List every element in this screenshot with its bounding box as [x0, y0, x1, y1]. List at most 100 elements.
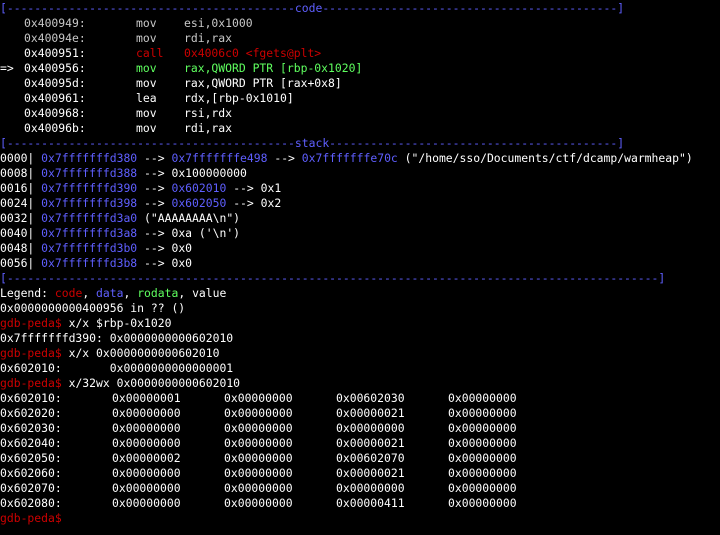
hexdump-row: 0x602040: 0x00000000 0x00000000 0x00000021 0… — [0, 436, 720, 451]
instruction-operands: rdi,rax — [184, 31, 233, 45]
status-line: 0x0000000000400956 in ?? () — [0, 301, 186, 315]
code-section-separator: [---------------------------------------… — [0, 1, 625, 15]
code-line: 0x400951: call 0x4006c0 <fgets@plt> — [0, 46, 720, 61]
stack-line: 0032| 0x7fffffffd3a0 ("AAAAAAAA\n") — [0, 211, 720, 226]
stack-chain-segment: --> — [137, 181, 172, 195]
hexdump-address: 0x602030: — [0, 421, 62, 435]
stack-offset: 0000| — [0, 151, 35, 165]
stack-chain-segment: ("/home/sso/Documents/ctf/dcamp/warmheap… — [397, 151, 693, 165]
instruction-operands: rsi,rdx — [184, 106, 233, 120]
stack-address: 0x7fffffffd3b8 — [41, 256, 138, 270]
hexdump-word: 0x00000000 — [224, 451, 293, 465]
stack-address: 0x7fffffffd380 — [41, 151, 138, 165]
stack-offset: 0016| — [0, 181, 35, 195]
instruction-address: 0x40096b: — [24, 121, 86, 135]
end-section-separator: [---------------------------------------… — [0, 271, 666, 285]
legend-separator: , — [123, 286, 138, 300]
stack-chain-segment: --> 0x100000000 — [137, 166, 247, 180]
stack-address: 0x7fffffffd3a0 — [41, 211, 138, 225]
hexdump-word: 0x00000000 — [224, 421, 293, 435]
stack-line: 0008| 0x7fffffffd388 --> 0x100000000 — [0, 166, 720, 181]
command-line: gdb-peda$ x/x $rbp-0x1020 — [0, 316, 720, 331]
stack-address: 0x7fffffffd3b0 — [41, 241, 138, 255]
hexdump-word: 0x00000000 — [448, 466, 517, 480]
current-instruction-marker: => — [0, 61, 14, 75]
hexdump-word: 0x00000000 — [112, 481, 181, 495]
hexdump-word: 0x00602070 — [336, 451, 405, 465]
legend-label: Legend: — [0, 286, 55, 300]
hexdump-address: 0x602010: — [0, 391, 62, 405]
stack-line: 0000| 0x7fffffffd380 --> 0x7fffffffe498 … — [0, 151, 720, 166]
hexdump-word: 0x00000000 — [448, 391, 517, 405]
hexdump-word: 0x00000411 — [336, 496, 405, 510]
stack-offset: 0056| — [0, 256, 35, 270]
instruction-address: 0x400968: — [24, 106, 86, 120]
stack-offset: 0008| — [0, 166, 35, 180]
command-text: x/32wx 0x0000000000602010 — [61, 376, 241, 390]
code-line-current: => 0x400956: mov rax,QWORD PTR [rbp-0x1020] — [0, 61, 720, 76]
hexdump-address: 0x602070: — [0, 481, 62, 495]
stack-chain-segment: --> 0x0 — [137, 241, 193, 255]
hexdump-word: 0x00000021 — [336, 406, 405, 420]
instruction-operands: rdx,[rbp-0x1010] — [184, 91, 294, 105]
stack-chain-segment: 0x7fffffffe70c — [301, 151, 398, 165]
command-output: 0x602010: 0x0000000000000001 — [0, 361, 234, 375]
input-caret[interactable] — [62, 511, 69, 525]
hexdump-row: 0x602020: 0x00000000 0x00000000 0x00000021 0… — [0, 406, 720, 421]
hexdump-row: 0x602010: 0x00000001 0x00000000 0x00602030 0… — [0, 391, 720, 406]
stack-address: 0x7fffffffd390 — [41, 181, 138, 195]
stack-address: 0x7fffffffd398 — [41, 196, 138, 210]
stack-chain-segment: --> — [267, 151, 302, 165]
hexdump-word: 0x00000000 — [112, 406, 181, 420]
terminal-window[interactable]: [---------------------------------------… — [0, 0, 720, 535]
legend-rodata: rodata — [137, 286, 179, 300]
stack-line: 0016| 0x7fffffffd390 --> 0x602010 --> 0x… — [0, 181, 720, 196]
stack-chain-segment: --> 0x0 — [137, 256, 193, 270]
legend-value: value — [192, 286, 227, 300]
instruction-mnemonic: mov — [136, 16, 157, 30]
code-line: 0x400949: mov esi,0x1000 — [0, 16, 720, 31]
hexdump-word: 0x00000000 — [224, 391, 293, 405]
instruction-mnemonic: mov — [136, 121, 157, 135]
stack-listing: 0000| 0x7fffffffd380 --> 0x7fffffffe498 … — [0, 151, 720, 271]
instruction-mnemonic: mov — [136, 106, 157, 120]
instruction-address: 0x400951: — [24, 46, 86, 60]
stack-chain-segment: --> 0xa ('\n') — [137, 226, 241, 240]
stack-chain-segment: --> — [137, 196, 172, 210]
instruction-address: 0x40094e: — [24, 31, 86, 45]
hexdump-output: 0x602010: 0x00000001 0x00000000 0x00602030 0… — [0, 391, 720, 511]
hexdump-word: 0x00000000 — [224, 481, 293, 495]
stack-line: 0040| 0x7fffffffd3a8 --> 0xa ('\n') — [0, 226, 720, 241]
instruction-operands: rdi,rax — [184, 121, 233, 135]
hexdump-word: 0x00000000 — [448, 406, 517, 420]
hexdump-word: 0x00000000 — [448, 421, 517, 435]
hexdump-word: 0x00000000 — [448, 451, 517, 465]
stack-line: 0056| 0x7fffffffd3b8 --> 0x0 — [0, 256, 720, 271]
hexdump-word: 0x00000000 — [448, 436, 517, 450]
instruction-address: 0x400956: — [24, 61, 86, 75]
command-line: gdb-peda$ x/x 0x0000000000602010 — [0, 346, 720, 361]
code-line: 0x400961: lea rdx,[rbp-0x1010] — [0, 91, 720, 106]
final-command-line[interactable]: gdb-peda$ — [0, 511, 720, 526]
hexdump-word: 0x00000021 — [336, 466, 405, 480]
hexdump-address: 0x602080: — [0, 496, 62, 510]
hexdump-address: 0x602040: — [0, 436, 62, 450]
stack-address: 0x7fffffffd3a8 — [41, 226, 138, 240]
hexdump-word: 0x00000000 — [112, 466, 181, 480]
command-line: gdb-peda$ x/32wx 0x0000000000602010 — [0, 376, 720, 391]
code-line: 0x400968: mov rsi,rdx — [0, 106, 720, 121]
hexdump-word: 0x00000000 — [448, 496, 517, 510]
hexdump-word: 0x00000002 — [112, 451, 181, 465]
code-listing: 0x400949: mov esi,0x1000 0x40094e: mov rdi,r… — [0, 16, 720, 136]
stack-offset: 0032| — [0, 211, 35, 225]
instruction-address: 0x40095d: — [24, 76, 86, 90]
stack-chain-segment: 0x602050 — [171, 196, 227, 210]
command-output: 0x7fffffffd390: 0x0000000000602010 — [0, 331, 234, 345]
gdb-prompt: gdb-peda$ — [0, 376, 62, 390]
hexdump-word: 0x00000000 — [448, 481, 517, 495]
legend-separator: , — [178, 286, 193, 300]
hexdump-address: 0x602060: — [0, 466, 62, 480]
stack-line: 0048| 0x7fffffffd3b0 --> 0x0 — [0, 241, 720, 256]
instruction-address: 0x400961: — [24, 91, 86, 105]
command-text: x/x $rbp-0x1020 — [61, 316, 172, 330]
